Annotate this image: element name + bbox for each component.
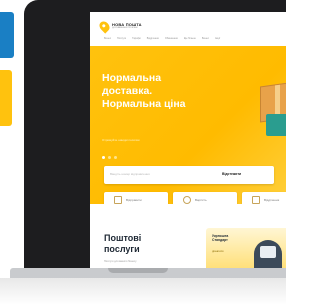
logo-tagline: ДОСТАВКА БЕЗ ПРОБЛЕМ xyxy=(112,27,138,29)
slider-dot[interactable] xyxy=(102,156,105,159)
laptop-base xyxy=(0,268,286,305)
clock-icon xyxy=(183,196,191,204)
hero-title: Нормальна доставка. Нормальна ціна xyxy=(102,72,186,110)
service-label: Відправити xyxy=(126,198,142,202)
package-icon xyxy=(114,196,122,204)
service-label: Відділення xyxy=(264,198,280,202)
stage: НОВА ПОШТА ДОСТАВКА БЕЗ ПРОБЛЕМ Бізнес П… xyxy=(0,0,286,305)
nav-item[interactable]: Ще більше xyxy=(184,37,196,40)
mailbox-window xyxy=(260,246,276,258)
nav-item[interactable]: Акції xyxy=(215,37,220,40)
mailbox-illustration xyxy=(254,240,282,268)
nav-item[interactable]: Бізнес xyxy=(202,37,209,40)
blue-accent-tab xyxy=(0,12,14,58)
nav-item[interactable]: Відділення xyxy=(147,37,159,40)
service-label: Вартість xyxy=(195,198,207,202)
nav-item[interactable]: Тарифи xyxy=(132,37,141,40)
main-nav: Бізнес Послуги Тарифи Відділення Обмежен… xyxy=(104,37,220,40)
promo-link[interactable]: дізнатися xyxy=(212,250,223,253)
laptop-shadow xyxy=(0,278,286,305)
nav-item[interactable]: Бізнес xyxy=(104,37,111,40)
nav-item[interactable]: Обмеження xyxy=(165,37,178,40)
laptop-screen: НОВА ПОШТА ДОСТАВКА БЕЗ ПРОБЛЕМ Бізнес П… xyxy=(90,12,286,268)
section-subtitle: Послуги для вашого бізнесу xyxy=(104,260,137,263)
location-icon xyxy=(252,196,260,204)
hero-subtitle: Отримуйте швидкі посилки xyxy=(102,138,140,142)
yellow-accent-tab xyxy=(0,70,12,126)
nav-item[interactable]: Послуги xyxy=(117,37,126,40)
services-section: Поштові послуги Послуги для вашого бізне… xyxy=(90,204,286,268)
promo-title: Укрпошта Стандарт xyxy=(212,234,229,243)
parcel-box-illustration xyxy=(266,114,286,136)
tracking-form: Введіть номер відправлення Відстежити xyxy=(104,166,274,184)
laptop-notch xyxy=(108,268,168,273)
logo-pin-icon xyxy=(97,19,112,34)
slider-dot[interactable] xyxy=(108,156,111,159)
slider-dots xyxy=(102,156,117,159)
promo-card[interactable]: Укрпошта Стандарт дізнатися xyxy=(206,228,286,268)
logo[interactable]: НОВА ПОШТА ДОСТАВКА БЕЗ ПРОБЛЕМ xyxy=(97,19,142,34)
tracking-input[interactable]: Введіть номер відправлення xyxy=(110,172,150,176)
track-button[interactable]: Відстежити xyxy=(222,172,241,176)
site-header: НОВА ПОШТА ДОСТАВКА БЕЗ ПРОБЛЕМ Бізнес П… xyxy=(90,12,286,46)
section-title: Поштові послуги xyxy=(104,233,142,254)
hero-banner: Нормальна доставка. Нормальна ціна Отрим… xyxy=(90,46,286,208)
slider-dot[interactable] xyxy=(114,156,117,159)
